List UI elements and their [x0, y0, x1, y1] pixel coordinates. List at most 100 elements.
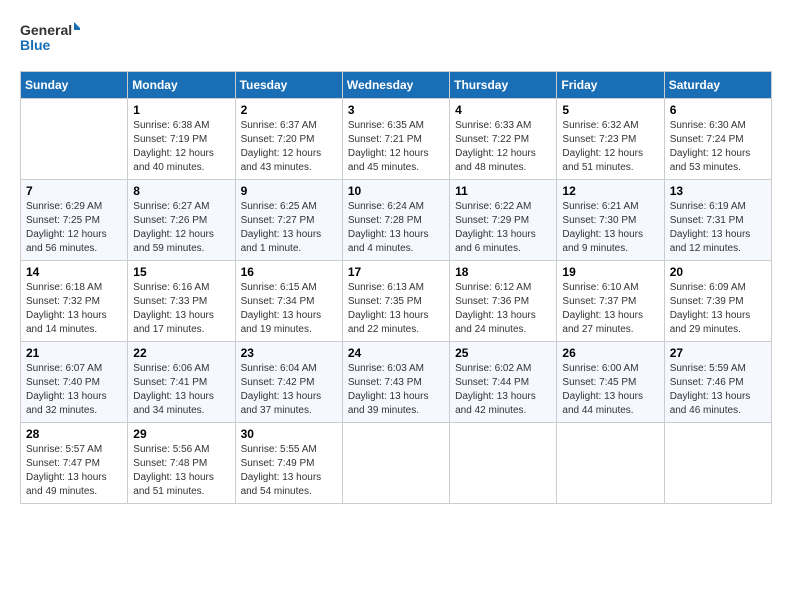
daylight-text: Daylight: 12 hours and 48 minutes.: [455, 148, 536, 173]
day-number: 2: [241, 103, 337, 117]
calendar-day-cell: 8 Sunrise: 6:27 AM Sunset: 7:26 PM Dayli…: [128, 180, 235, 261]
day-number: 10: [348, 184, 444, 198]
day-number: 4: [455, 103, 551, 117]
calendar-day-cell: 19 Sunrise: 6:10 AM Sunset: 7:37 PM Dayl…: [557, 261, 664, 342]
day-number: 13: [670, 184, 766, 198]
day-info: Sunrise: 6:00 AM Sunset: 7:45 PM Dayligh…: [562, 362, 658, 418]
daylight-text: Daylight: 13 hours and 46 minutes.: [670, 391, 751, 416]
calendar-day-cell: [664, 423, 771, 504]
daylight-text: Daylight: 13 hours and 54 minutes.: [241, 472, 322, 497]
weekday-header: Tuesday: [235, 72, 342, 99]
calendar-day-cell: 3 Sunrise: 6:35 AM Sunset: 7:21 PM Dayli…: [342, 99, 449, 180]
daylight-text: Daylight: 13 hours and 17 minutes.: [133, 310, 214, 335]
day-number: 17: [348, 265, 444, 279]
sunset-text: Sunset: 7:44 PM: [455, 377, 529, 388]
day-info: Sunrise: 6:02 AM Sunset: 7:44 PM Dayligh…: [455, 362, 551, 418]
day-number: 1: [133, 103, 229, 117]
sunset-text: Sunset: 7:25 PM: [26, 215, 100, 226]
calendar-day-cell: [21, 99, 128, 180]
daylight-text: Daylight: 13 hours and 49 minutes.: [26, 472, 107, 497]
sunset-text: Sunset: 7:37 PM: [562, 296, 636, 307]
sunrise-text: Sunrise: 6:27 AM: [133, 201, 209, 212]
daylight-text: Daylight: 13 hours and 27 minutes.: [562, 310, 643, 335]
day-info: Sunrise: 6:16 AM Sunset: 7:33 PM Dayligh…: [133, 281, 229, 337]
day-number: 5: [562, 103, 658, 117]
sunset-text: Sunset: 7:42 PM: [241, 377, 315, 388]
sunrise-text: Sunrise: 6:25 AM: [241, 201, 317, 212]
day-number: 12: [562, 184, 658, 198]
day-info: Sunrise: 6:33 AM Sunset: 7:22 PM Dayligh…: [455, 119, 551, 175]
day-number: 22: [133, 346, 229, 360]
day-info: Sunrise: 6:19 AM Sunset: 7:31 PM Dayligh…: [670, 200, 766, 256]
sunset-text: Sunset: 7:41 PM: [133, 377, 207, 388]
sunrise-text: Sunrise: 6:03 AM: [348, 363, 424, 374]
calendar-day-cell: 25 Sunrise: 6:02 AM Sunset: 7:44 PM Dayl…: [450, 342, 557, 423]
calendar-day-cell: 10 Sunrise: 6:24 AM Sunset: 7:28 PM Dayl…: [342, 180, 449, 261]
sunset-text: Sunset: 7:33 PM: [133, 296, 207, 307]
sunset-text: Sunset: 7:35 PM: [348, 296, 422, 307]
day-info: Sunrise: 6:29 AM Sunset: 7:25 PM Dayligh…: [26, 200, 122, 256]
sunset-text: Sunset: 7:27 PM: [241, 215, 315, 226]
calendar-day-cell: 9 Sunrise: 6:25 AM Sunset: 7:27 PM Dayli…: [235, 180, 342, 261]
calendar-day-cell: 23 Sunrise: 6:04 AM Sunset: 7:42 PM Dayl…: [235, 342, 342, 423]
calendar-day-cell: 12 Sunrise: 6:21 AM Sunset: 7:30 PM Dayl…: [557, 180, 664, 261]
daylight-text: Daylight: 12 hours and 43 minutes.: [241, 148, 322, 173]
sunset-text: Sunset: 7:48 PM: [133, 458, 207, 469]
daylight-text: Daylight: 13 hours and 6 minutes.: [455, 229, 536, 254]
daylight-text: Daylight: 13 hours and 14 minutes.: [26, 310, 107, 335]
day-number: 20: [670, 265, 766, 279]
daylight-text: Daylight: 13 hours and 29 minutes.: [670, 310, 751, 335]
page-header: General Blue: [20, 20, 772, 55]
sunset-text: Sunset: 7:47 PM: [26, 458, 100, 469]
day-number: 19: [562, 265, 658, 279]
calendar-week-row: 21 Sunrise: 6:07 AM Sunset: 7:40 PM Dayl…: [21, 342, 772, 423]
day-info: Sunrise: 6:35 AM Sunset: 7:21 PM Dayligh…: [348, 119, 444, 175]
daylight-text: Daylight: 13 hours and 1 minute.: [241, 229, 322, 254]
sunset-text: Sunset: 7:29 PM: [455, 215, 529, 226]
calendar-day-cell: 16 Sunrise: 6:15 AM Sunset: 7:34 PM Dayl…: [235, 261, 342, 342]
sunrise-text: Sunrise: 6:02 AM: [455, 363, 531, 374]
sunset-text: Sunset: 7:24 PM: [670, 134, 744, 145]
daylight-text: Daylight: 13 hours and 51 minutes.: [133, 472, 214, 497]
sunrise-text: Sunrise: 6:04 AM: [241, 363, 317, 374]
day-number: 9: [241, 184, 337, 198]
sunset-text: Sunset: 7:22 PM: [455, 134, 529, 145]
day-number: 23: [241, 346, 337, 360]
day-info: Sunrise: 6:38 AM Sunset: 7:19 PM Dayligh…: [133, 119, 229, 175]
sunrise-text: Sunrise: 6:32 AM: [562, 120, 638, 131]
calendar-day-cell: 21 Sunrise: 6:07 AM Sunset: 7:40 PM Dayl…: [21, 342, 128, 423]
day-info: Sunrise: 5:56 AM Sunset: 7:48 PM Dayligh…: [133, 443, 229, 499]
day-info: Sunrise: 6:06 AM Sunset: 7:41 PM Dayligh…: [133, 362, 229, 418]
day-info: Sunrise: 6:07 AM Sunset: 7:40 PM Dayligh…: [26, 362, 122, 418]
sunset-text: Sunset: 7:46 PM: [670, 377, 744, 388]
weekday-header-row: SundayMondayTuesdayWednesdayThursdayFrid…: [21, 72, 772, 99]
calendar-week-row: 7 Sunrise: 6:29 AM Sunset: 7:25 PM Dayli…: [21, 180, 772, 261]
calendar-table: SundayMondayTuesdayWednesdayThursdayFrid…: [20, 71, 772, 504]
day-info: Sunrise: 6:15 AM Sunset: 7:34 PM Dayligh…: [241, 281, 337, 337]
sunrise-text: Sunrise: 6:13 AM: [348, 282, 424, 293]
day-number: 28: [26, 427, 122, 441]
day-info: Sunrise: 6:30 AM Sunset: 7:24 PM Dayligh…: [670, 119, 766, 175]
day-number: 7: [26, 184, 122, 198]
day-info: Sunrise: 5:55 AM Sunset: 7:49 PM Dayligh…: [241, 443, 337, 499]
calendar-week-row: 28 Sunrise: 5:57 AM Sunset: 7:47 PM Dayl…: [21, 423, 772, 504]
day-number: 29: [133, 427, 229, 441]
sunrise-text: Sunrise: 6:30 AM: [670, 120, 746, 131]
sunset-text: Sunset: 7:19 PM: [133, 134, 207, 145]
sunrise-text: Sunrise: 5:55 AM: [241, 444, 317, 455]
svg-text:General: General: [20, 22, 72, 38]
day-info: Sunrise: 6:09 AM Sunset: 7:39 PM Dayligh…: [670, 281, 766, 337]
sunrise-text: Sunrise: 6:19 AM: [670, 201, 746, 212]
day-number: 11: [455, 184, 551, 198]
sunrise-text: Sunrise: 6:22 AM: [455, 201, 531, 212]
calendar-day-cell: 17 Sunrise: 6:13 AM Sunset: 7:35 PM Dayl…: [342, 261, 449, 342]
sunrise-text: Sunrise: 6:06 AM: [133, 363, 209, 374]
daylight-text: Daylight: 13 hours and 9 minutes.: [562, 229, 643, 254]
sunrise-text: Sunrise: 6:00 AM: [562, 363, 638, 374]
day-info: Sunrise: 5:59 AM Sunset: 7:46 PM Dayligh…: [670, 362, 766, 418]
day-info: Sunrise: 6:32 AM Sunset: 7:23 PM Dayligh…: [562, 119, 658, 175]
day-info: Sunrise: 6:13 AM Sunset: 7:35 PM Dayligh…: [348, 281, 444, 337]
calendar-day-cell: 24 Sunrise: 6:03 AM Sunset: 7:43 PM Dayl…: [342, 342, 449, 423]
weekday-header: Friday: [557, 72, 664, 99]
calendar-day-cell: 5 Sunrise: 6:32 AM Sunset: 7:23 PM Dayli…: [557, 99, 664, 180]
